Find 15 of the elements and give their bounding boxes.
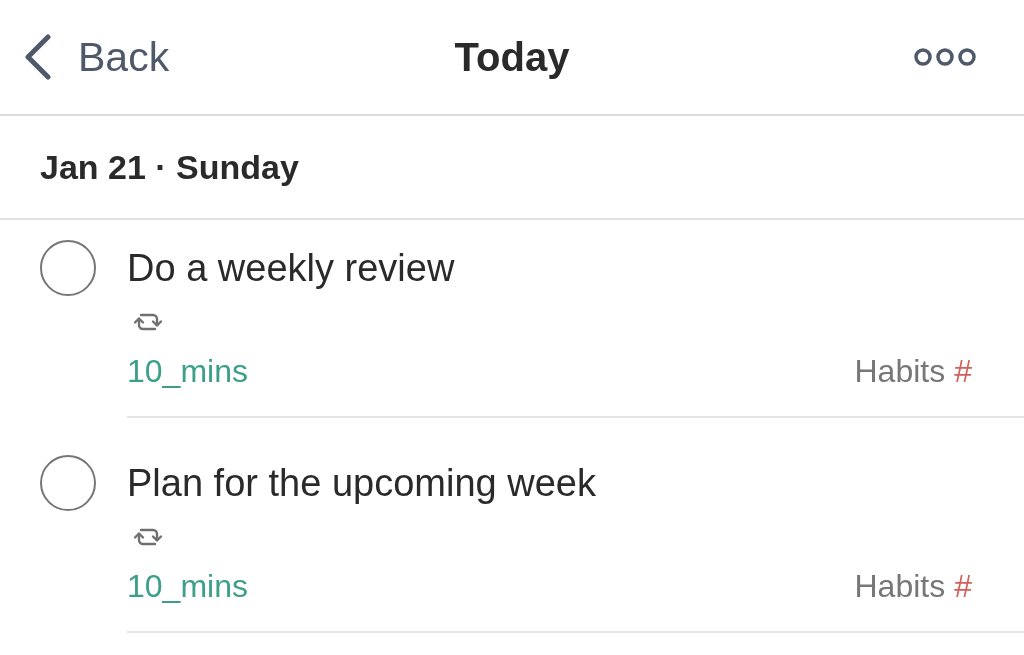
task-title[interactable]: Plan for the upcoming week (127, 460, 972, 506)
more-icon[interactable] (914, 47, 976, 67)
hash-icon: # (954, 567, 972, 605)
screen-title: Today (454, 34, 570, 80)
label-link[interactable]: 10_mins (127, 352, 248, 390)
label-link[interactable]: 10_mins (127, 567, 248, 605)
checkbox[interactable] (40, 240, 96, 296)
checkbox[interactable] (40, 455, 96, 511)
back-button[interactable]: Back (24, 33, 170, 81)
project-name[interactable]: Habits (854, 352, 946, 390)
task-title[interactable]: Do a weekly review (127, 245, 972, 291)
hash-icon: # (954, 352, 972, 390)
chevron-left-icon (24, 34, 52, 80)
project-name[interactable]: Habits (854, 567, 946, 605)
date-heading: Jan 21 · Sunday (40, 147, 299, 187)
